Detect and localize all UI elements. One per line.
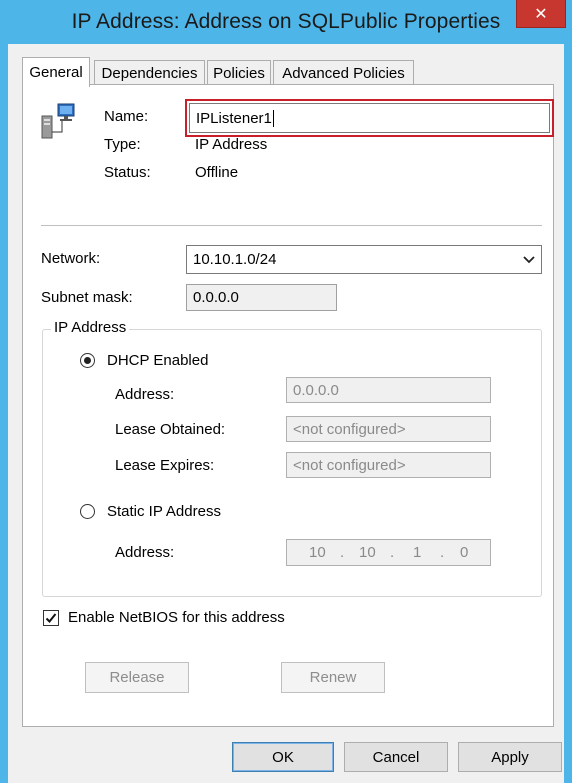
checkmark-icon bbox=[45, 613, 57, 623]
tab-general[interactable]: General bbox=[22, 57, 90, 87]
dhcp-address-value: 0.0.0.0 bbox=[293, 381, 339, 399]
ip-octet-3[interactable]: 1 bbox=[413, 544, 421, 561]
general-tab-panel: Name: IPListener1 Type: IP Address Statu… bbox=[22, 84, 554, 727]
renew-button-label: Renew bbox=[309, 669, 357, 686]
ip-dot-1: . bbox=[340, 544, 345, 561]
tab-policies[interactable]: Policies bbox=[207, 60, 271, 86]
ip-octet-4[interactable]: 0 bbox=[460, 544, 468, 561]
tab-advanced-policies-label: Advanced Policies bbox=[282, 64, 405, 82]
text-cursor bbox=[272, 109, 274, 127]
status-value: Offline bbox=[195, 164, 239, 181]
ip-octet-1[interactable]: 10 bbox=[309, 544, 326, 561]
netbios-label[interactable]: Enable NetBIOS for this address bbox=[68, 609, 285, 626]
type-value: IP Address bbox=[195, 136, 268, 153]
dhcp-radio-label[interactable]: DHCP Enabled bbox=[107, 352, 208, 369]
network-dropdown[interactable]: 10.10.1.0/24 bbox=[186, 245, 542, 274]
apply-button[interactable]: Apply bbox=[458, 742, 562, 772]
name-input-value: IPListener1 bbox=[196, 109, 272, 127]
tab-dependencies-label: Dependencies bbox=[101, 64, 198, 82]
dhcp-address-field: 0.0.0.0 bbox=[286, 377, 491, 403]
chevron-down-icon bbox=[523, 255, 535, 263]
tab-policies-label: Policies bbox=[213, 64, 265, 82]
window-title: IP Address: Address on SQLPublic Propert… bbox=[71, 10, 501, 33]
cancel-button-label: Cancel bbox=[372, 748, 420, 766]
tab-general-label: General bbox=[29, 64, 83, 81]
subnet-mask-value: 0.0.0.0 bbox=[193, 289, 239, 306]
lease-obtained-label: Lease Obtained: bbox=[115, 421, 226, 438]
network-label: Network: bbox=[41, 250, 101, 267]
ip-dot-3: . bbox=[440, 544, 445, 561]
properties-window: IP Address: Address on SQLPublic Propert… bbox=[0, 0, 572, 783]
status-label: Status: bbox=[104, 164, 151, 181]
dhcp-radio[interactable] bbox=[80, 353, 95, 368]
release-button-label: Release bbox=[109, 669, 165, 686]
static-address-label: Address: bbox=[115, 544, 175, 561]
title-bar[interactable]: IP Address: Address on SQLPublic Propert… bbox=[0, 0, 572, 44]
lease-expires-label: Lease Expires: bbox=[115, 457, 215, 474]
lease-expires-field: <not configured> bbox=[286, 452, 491, 478]
type-label: Type: bbox=[104, 136, 141, 153]
ip-dot-2: . bbox=[390, 544, 395, 561]
network-value: 10.10.1.0/24 bbox=[193, 251, 277, 268]
ip-address-group-label: IP Address bbox=[51, 319, 130, 336]
tab-dependencies[interactable]: Dependencies bbox=[94, 60, 205, 86]
name-label: Name: bbox=[104, 108, 149, 125]
name-input[interactable]: IPListener1 bbox=[189, 103, 550, 133]
netbios-checkbox[interactable] bbox=[43, 610, 59, 626]
renew-button[interactable]: Renew bbox=[281, 662, 385, 693]
cancel-button[interactable]: Cancel bbox=[344, 742, 448, 772]
ok-button-label: OK bbox=[272, 748, 294, 766]
close-button[interactable]: ✕ bbox=[516, 0, 566, 28]
ok-button[interactable]: OK bbox=[232, 742, 334, 772]
tab-advanced-policies[interactable]: Advanced Policies bbox=[273, 60, 414, 86]
static-ip-radio-label[interactable]: Static IP Address bbox=[107, 503, 221, 520]
ip-octet-2[interactable]: 10 bbox=[359, 544, 376, 561]
static-ip-radio[interactable] bbox=[80, 504, 95, 519]
subnet-mask-field: 0.0.0.0 bbox=[186, 284, 337, 311]
subnet-mask-label: Subnet mask: bbox=[41, 289, 133, 306]
close-icon: ✕ bbox=[534, 4, 548, 23]
dhcp-address-label: Address: bbox=[115, 386, 175, 403]
release-button[interactable]: Release bbox=[85, 662, 189, 693]
divider bbox=[41, 225, 542, 226]
lease-obtained-value: <not configured> bbox=[293, 420, 406, 438]
dialog-client-area: General Dependencies Policies Advanced P… bbox=[8, 44, 564, 783]
lease-obtained-field: <not configured> bbox=[286, 416, 491, 442]
static-ip-address-field[interactable]: 10 . 10 . 1 . 0 bbox=[286, 539, 491, 566]
lease-expires-value: <not configured> bbox=[293, 456, 406, 474]
ip-resource-icon bbox=[41, 103, 75, 139]
apply-button-label: Apply bbox=[491, 748, 529, 766]
